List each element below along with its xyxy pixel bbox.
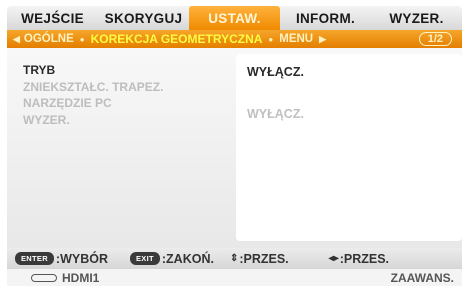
tab-setup[interactable]: USTAW. [189,6,280,30]
tab-input[interactable]: WEJŚCIE [7,6,98,30]
tab-adjust[interactable]: SKORYGUJ [98,6,189,30]
help-exit: EXIT :ZAKOŃ. [130,252,214,266]
left-arrow-icon[interactable]: ◀ [13,34,20,45]
help-bar: ENTER :WYBÓR EXIT :ZAKOŃ. ⇕ :PRZES. ◂▸ :… [7,248,462,269]
setting-pc-tool-value: WYŁĄCZ. [247,107,304,121]
status-bar: HDMI1 ZAAWANS. [7,269,462,286]
setting-mode-value[interactable]: WYŁĄCZ. [247,65,304,79]
exit-key-icon: EXIT [130,252,160,265]
enter-key-icon: ENTER [15,252,54,265]
setting-reset-label: WYZER. [23,112,70,127]
setting-pc-tool-label: NARZĘDZIE PC [23,96,112,110]
help-leftright-label: :PRZES. [339,251,390,266]
separator-dot-icon: ● [79,34,85,44]
left-right-arrow-icon: ◂▸ [328,253,339,264]
tab-reset[interactable]: WYZER. [371,6,462,30]
main-tabs: WEJŚCIE SKORYGUJ USTAW. INFORM. WYZER. [7,6,462,30]
projector-menu: WEJŚCIE SKORYGUJ USTAW. INFORM. WYZER. ◀… [0,0,467,286]
help-updown: ⇕ :PRZES. [230,252,289,266]
subtab-general[interactable]: OGÓLNE [24,33,74,45]
hdmi-input-icon [31,274,57,282]
menu-mode: ZAAWANS. [390,271,454,285]
separator-dot-icon: ● [268,34,274,44]
sub-tab-bar: ◀ OGÓLNE ● KOREKCJA GEOMETRYCZNA ● MENU … [7,30,462,48]
subtab-menu[interactable]: MENU [279,33,313,45]
up-down-arrow-icon: ⇕ [229,253,239,264]
help-leftright: ◂▸ :PRZES. [329,252,389,266]
help-exit-label: :ZAKOŃ. [161,251,214,266]
setting-keystone-label: ZNIEKSZTAŁC. TRAPEZ. [23,79,164,94]
help-updown-label: :PRZES. [239,251,289,266]
source-name: HDMI1 [62,271,100,285]
help-enter-label: :WYBÓR [55,251,108,266]
subtab-geometric-correction[interactable]: KOREKCJA GEOMETRYCZNA [91,32,263,46]
settings-values: WYŁĄCZ. WYŁĄCZ. [236,54,462,241]
page-indicator: 1/2 [418,32,452,46]
right-arrow-icon[interactable]: ▶ [319,34,326,45]
settings-panel: TRYB ZNIEKSZTAŁC. TRAPEZ. NARZĘDZIE PC W… [7,48,462,248]
setting-mode-label[interactable]: TRYB [23,62,223,79]
help-enter: ENTER :WYBÓR [15,252,108,266]
source-indicator: HDMI1 [31,271,99,285]
tab-info[interactable]: INFORM. [280,6,371,30]
settings-labels: TRYB ZNIEKSZTAŁC. TRAPEZ. NARZĘDZIE PC W… [23,62,223,128]
